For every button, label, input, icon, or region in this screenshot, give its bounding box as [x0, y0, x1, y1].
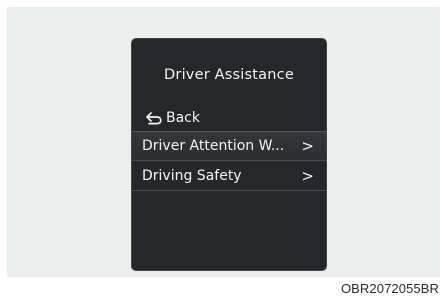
menu-item-label: Driver Attention W... [142, 138, 285, 154]
screen-title: Driver Assistance [164, 67, 294, 83]
menu-item-label: Driving Safety [142, 167, 242, 184]
back-arrow-icon [145, 110, 163, 126]
chevron-right-icon: > [301, 166, 314, 185]
menu-item-driving-safety[interactable]: Driving Safety > [132, 161, 326, 191]
menu-item-driver-attention-warning[interactable]: Driver Attention W... > [132, 131, 326, 161]
cluster-display: Driver Assistance Back Driver Attention … [131, 38, 327, 271]
chevron-right-icon: > [301, 137, 314, 155]
figure-code: OBR2072055BR [340, 281, 439, 296]
back-button[interactable]: Back [145, 108, 200, 128]
back-label: Back [166, 110, 200, 126]
